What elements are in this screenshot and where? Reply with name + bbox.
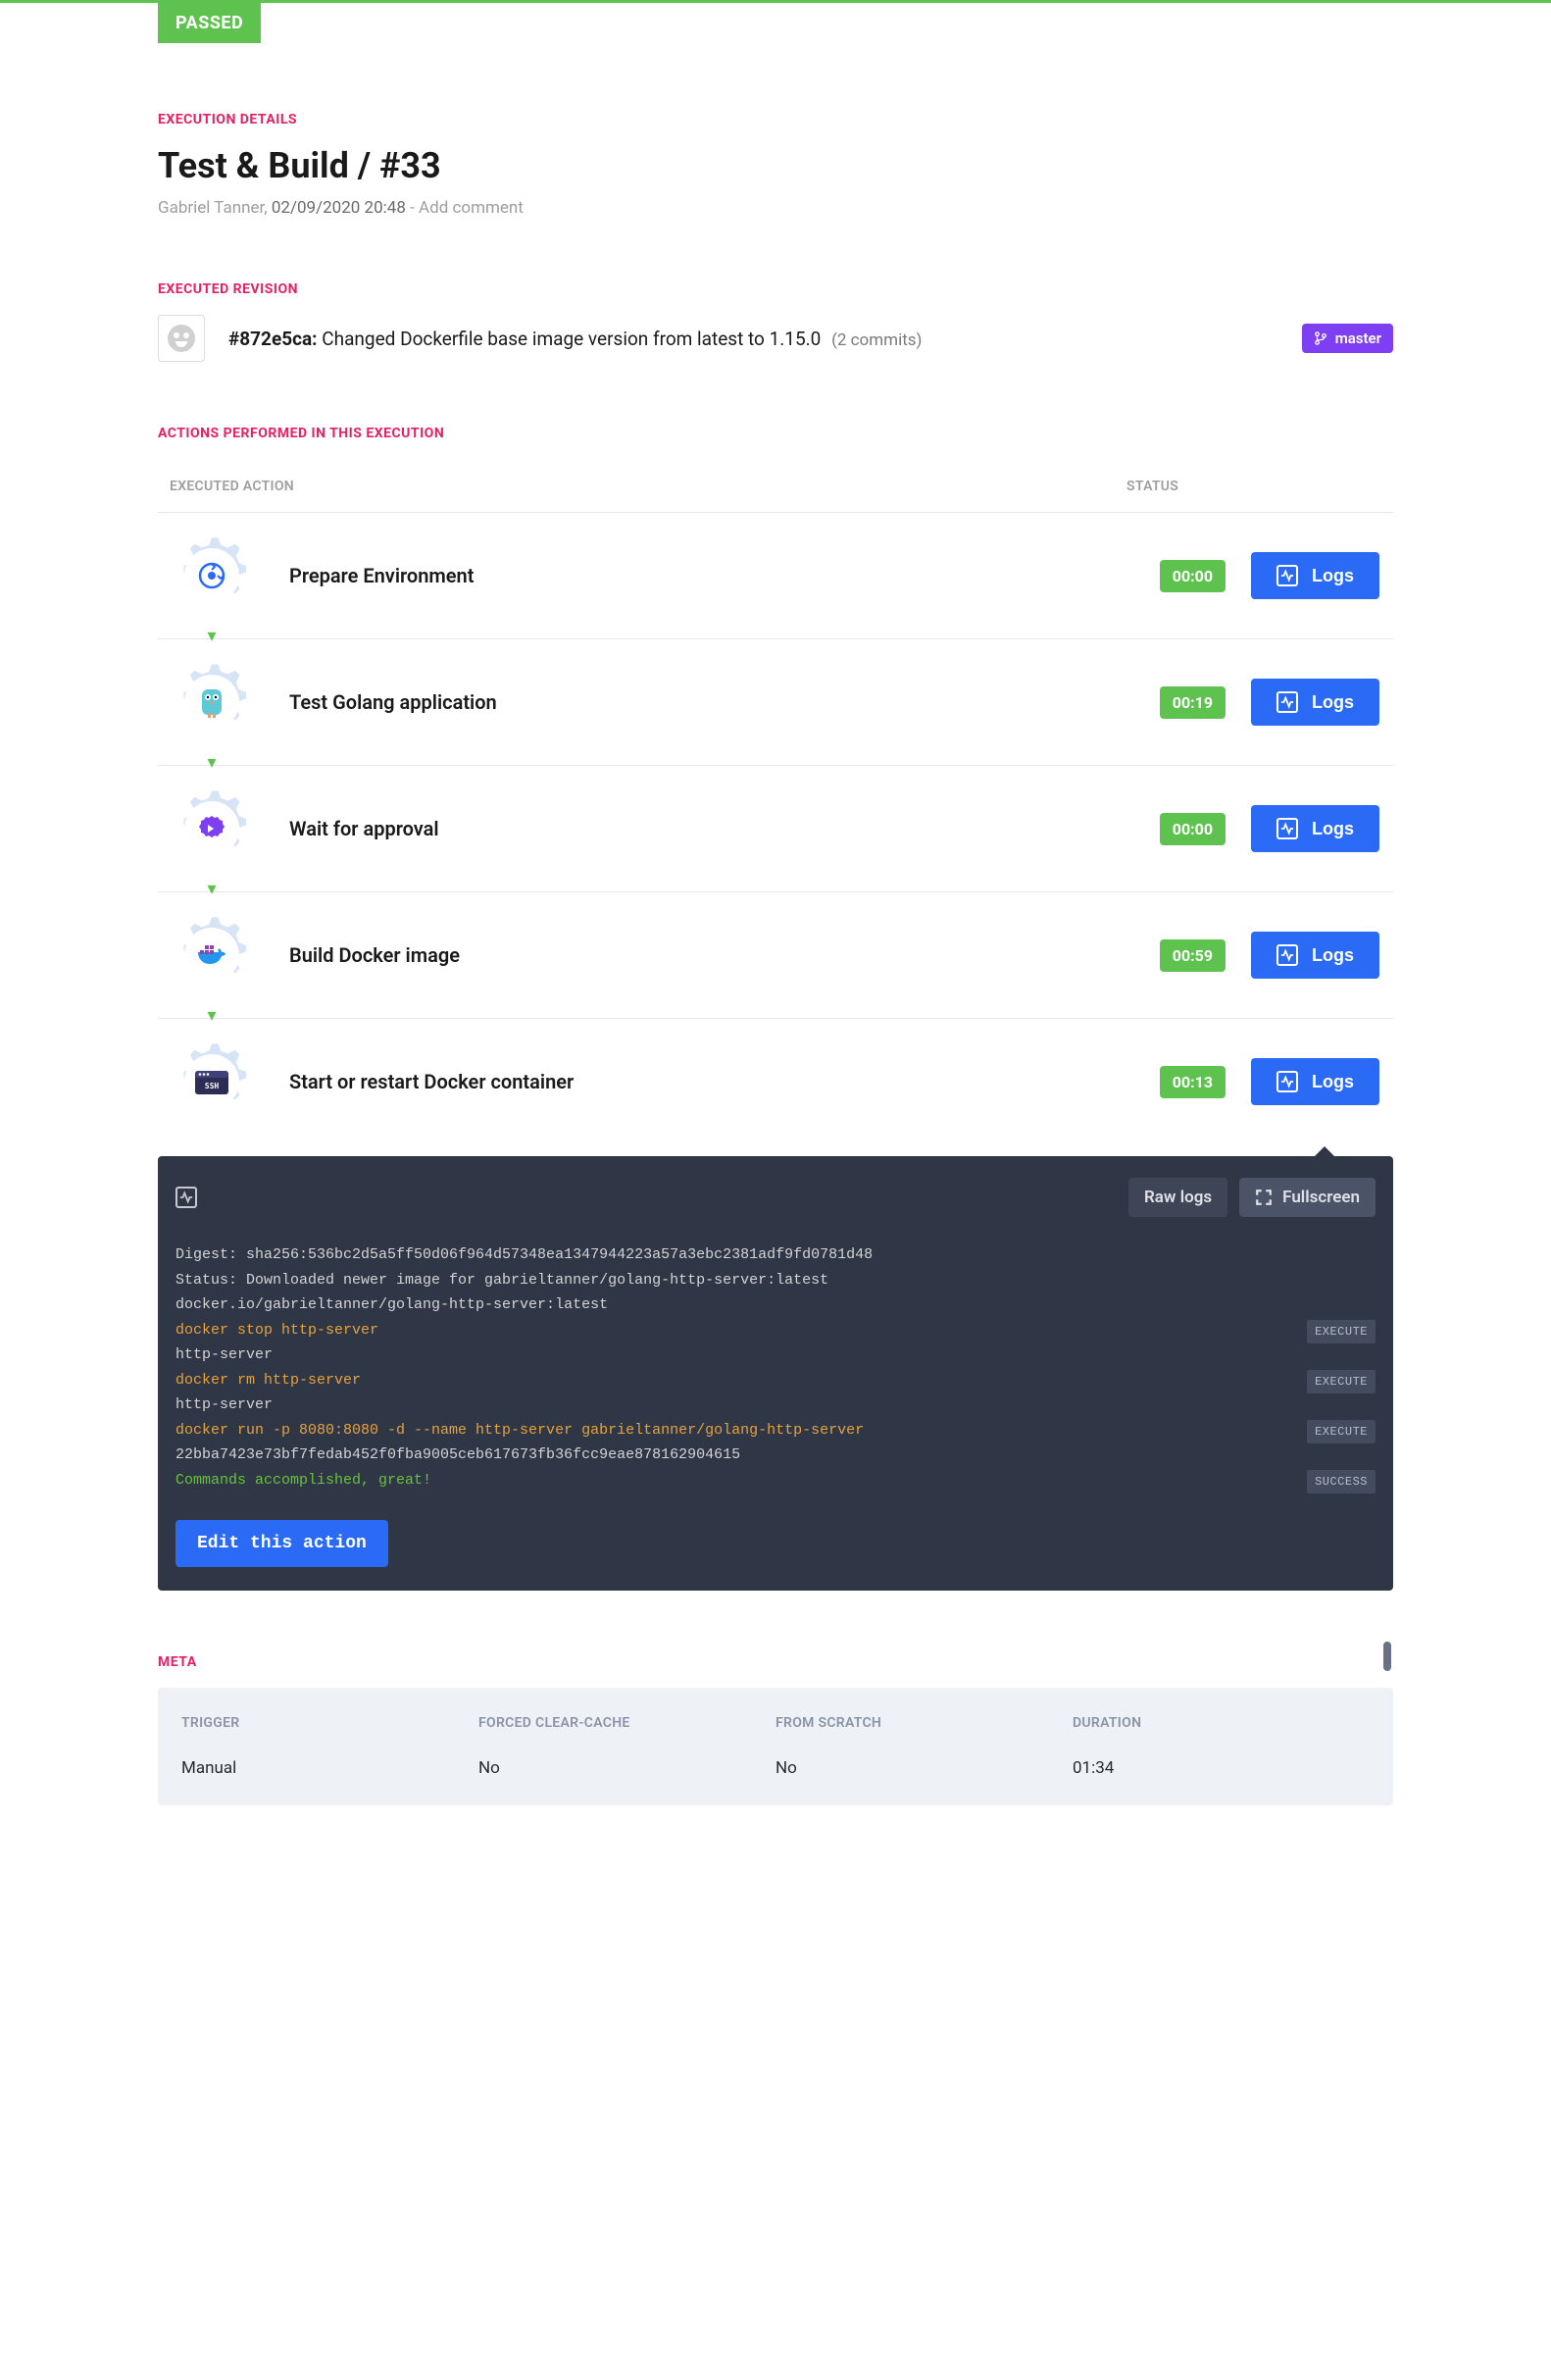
branch-name: master: [1335, 329, 1381, 347]
add-comment-link[interactable]: Add comment: [419, 198, 524, 218]
action-name[interactable]: Build Docker image: [266, 943, 1160, 967]
action-icon-wrap: ▾: [158, 910, 266, 1000]
action-icon-wrap: SSH: [158, 1037, 266, 1127]
revision-text[interactable]: #872e5ca: Changed Dockerfile base image …: [228, 328, 1278, 350]
section-meta: META: [158, 1654, 1393, 1670]
action-name[interactable]: Test Golang application: [266, 690, 1160, 714]
duration-pill: 00:00: [1160, 813, 1226, 845]
meta-value-trigger: Manual: [181, 1758, 478, 1778]
activity-icon: [1276, 691, 1298, 713]
log-tag: SUCCESS: [1307, 1470, 1376, 1494]
avatar: [158, 315, 205, 362]
logs-button[interactable]: Logs: [1251, 932, 1379, 979]
svg-text:SSH: SSH: [205, 1082, 220, 1090]
log-line: docker.io/gabrieltanner/golang-http-serv…: [175, 1292, 1376, 1318]
activity-icon: [1276, 1071, 1298, 1092]
log-line: docker stop http-serverEXECUTE: [175, 1318, 1376, 1343]
status-badge: PASSED: [158, 3, 261, 43]
section-actions: ACTIONS PERFORMED IN THIS EXECUTION: [158, 426, 1393, 441]
col-header-status: STATUS: [1126, 479, 1381, 494]
duration-pill: 00:13: [1160, 1066, 1226, 1098]
scrollbar-thumb[interactable]: [1383, 1642, 1391, 1671]
activity-icon: [175, 1187, 197, 1208]
action-name[interactable]: Prepare Environment: [266, 564, 1160, 587]
section-execution-details: EXECUTION DETAILS: [158, 112, 1393, 127]
action-row: ▾ Test Golang application 00:19 Logs: [158, 639, 1393, 766]
log-line: http-server: [175, 1393, 1376, 1418]
meta-header-cache: FORCED CLEAR-CACHE: [478, 1715, 776, 1731]
log-line: Status: Downloaded newer image for gabri…: [175, 1268, 1376, 1293]
log-tag: EXECUTE: [1307, 1320, 1376, 1343]
meta-value-cache: No: [478, 1758, 776, 1778]
action-icon-wrap: ▾: [158, 531, 266, 621]
log-line: 22bba7423e73bf7fedab452f0fba9005ceb61767…: [175, 1443, 1376, 1468]
log-lines: Digest: sha256:536bc2d5a5ff50d06f964d573…: [175, 1242, 1376, 1493]
meta-header-trigger: TRIGGER: [181, 1715, 478, 1731]
logs-button[interactable]: Logs: [1251, 1058, 1379, 1105]
duration-pill: 00:59: [1160, 939, 1226, 972]
col-header-action: EXECUTED ACTION: [170, 479, 1126, 494]
meta-header-duration: DURATION: [1073, 1715, 1370, 1731]
section-executed-revision: EXECUTED REVISION: [158, 281, 1393, 297]
chevron-down-icon: ▾: [207, 879, 216, 899]
action-row: ▾ Prepare Environment 00:00 Logs: [158, 513, 1393, 639]
action-row: ▾ Wait for approval 00:00 Logs: [158, 766, 1393, 892]
chevron-down-icon: ▾: [207, 752, 216, 773]
log-line: docker rm http-serverEXECUTE: [175, 1368, 1376, 1393]
chevron-down-icon: ▾: [207, 626, 216, 646]
branch-icon: [1314, 331, 1327, 345]
actions-table-header: EXECUTED ACTION STATUS: [158, 459, 1393, 513]
action-icon: [184, 928, 239, 983]
action-icon: SSH: [184, 1054, 239, 1109]
log-line: http-server: [175, 1342, 1376, 1368]
log-line: Commands accomplished, great!SUCCESS: [175, 1468, 1376, 1494]
log-line: docker run -p 8080:8080 -d --name http-s…: [175, 1418, 1376, 1443]
action-row: ▾ Build Docker image 00:59 Logs: [158, 892, 1393, 1019]
logs-button[interactable]: Logs: [1251, 552, 1379, 599]
action-name[interactable]: Start or restart Docker container: [266, 1070, 1160, 1093]
raw-logs-button[interactable]: Raw logs: [1128, 1178, 1227, 1217]
meta-value-scratch: No: [776, 1758, 1073, 1778]
meta-table: TRIGGER FORCED CLEAR-CACHE FROM SCRATCH …: [158, 1688, 1393, 1805]
commit-message: Changed Dockerfile base image version fr…: [322, 328, 821, 350]
author-name: Gabriel Tanner,: [158, 198, 268, 218]
action-icon: [184, 548, 239, 603]
commits-link[interactable]: (2 commits): [831, 330, 922, 350]
branch-tag[interactable]: master: [1302, 324, 1393, 353]
logs-button[interactable]: Logs: [1251, 805, 1379, 852]
action-name[interactable]: Wait for approval: [266, 817, 1160, 840]
meta-value-duration: 01:34: [1073, 1758, 1370, 1778]
execution-timestamp: 02/09/2020 20:48: [272, 198, 406, 218]
action-icon: [184, 675, 239, 730]
edit-action-button[interactable]: Edit this action: [175, 1520, 388, 1567]
action-icon-wrap: ▾: [158, 657, 266, 747]
log-tag: EXECUTE: [1307, 1420, 1376, 1443]
fullscreen-button[interactable]: Fullscreen: [1239, 1178, 1376, 1217]
fullscreen-icon: [1255, 1189, 1273, 1206]
commit-hash: #872e5ca:: [228, 328, 318, 350]
revision-row: #872e5ca: Changed Dockerfile base image …: [158, 315, 1393, 362]
activity-icon: [1276, 944, 1298, 966]
log-panel: Raw logs Fullscreen Digest: sha256:536bc…: [158, 1156, 1393, 1591]
action-icon: [184, 801, 239, 856]
execution-meta: Gabriel Tanner, 02/09/2020 20:48 - Add c…: [158, 198, 1393, 218]
action-icon-wrap: ▾: [158, 784, 266, 874]
meta-header-scratch: FROM SCRATCH: [776, 1715, 1073, 1731]
chevron-down-icon: ▾: [207, 1005, 216, 1026]
activity-icon: [1276, 818, 1298, 839]
duration-pill: 00:00: [1160, 560, 1226, 592]
page-title: Test & Build / #33: [158, 145, 1393, 186]
log-line: Digest: sha256:536bc2d5a5ff50d06f964d573…: [175, 1242, 1376, 1268]
action-row: SSH Start or restart Docker container 00…: [158, 1019, 1393, 1144]
log-tag: EXECUTE: [1307, 1370, 1376, 1393]
activity-icon: [1276, 565, 1298, 586]
duration-pill: 00:19: [1160, 686, 1226, 719]
logs-button[interactable]: Logs: [1251, 679, 1379, 726]
